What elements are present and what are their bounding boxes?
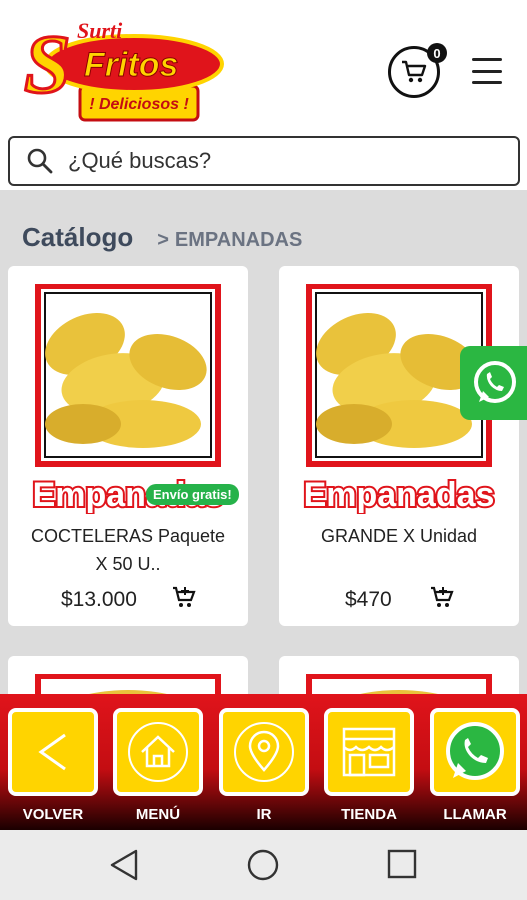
menu-button[interactable]: MENÚ xyxy=(113,708,203,823)
nav-back-icon[interactable] xyxy=(108,848,140,882)
whatsapp-float-button[interactable] xyxy=(460,346,527,420)
volver-button[interactable]: VOLVER xyxy=(8,708,98,823)
svg-text:Fritos: Fritos xyxy=(84,46,178,84)
product-price: $470 xyxy=(345,588,392,611)
add-to-cart-icon[interactable] xyxy=(429,585,455,611)
product-image[interactable]: Empanadas xyxy=(23,284,233,514)
breadcrumb-separator: > xyxy=(157,229,169,251)
whatsapp-icon xyxy=(474,361,516,403)
nav-home-icon[interactable] xyxy=(246,848,280,882)
volver-tile xyxy=(8,708,98,796)
product-name[interactable]: GRANDE X Unidad xyxy=(279,522,519,550)
free-shipping-badge: Envío gratis! xyxy=(146,484,239,505)
product-card[interactable]: Empanadas GRANDE X Unidad $470 xyxy=(279,266,519,626)
search-bar xyxy=(0,130,527,190)
search-input[interactable] xyxy=(68,148,488,174)
svg-text:! Deliciosos !: ! Deliciosos ! xyxy=(89,96,189,113)
llamar-button[interactable]: LLAMAR xyxy=(430,708,520,823)
product-card[interactable]: Empanadas Envío gratis! COCTELERAS Paque… xyxy=(8,266,248,626)
breadcrumb: Catálogo > EMPANADAS xyxy=(22,222,302,253)
ir-label: IR xyxy=(256,806,272,823)
tienda-tile xyxy=(324,708,414,796)
product-name-line2: X 50 U.. xyxy=(95,554,161,574)
llamar-label: LLAMAR xyxy=(443,806,507,823)
bottom-action-bar: VOLVER MENÚ IR TIENDA LLAMAR xyxy=(0,694,527,830)
search-field[interactable] xyxy=(8,136,520,186)
system-navigation-bar xyxy=(0,830,527,900)
breadcrumb-current: EMPANADAS xyxy=(174,229,303,251)
breadcrumb-catalog[interactable]: Catálogo xyxy=(22,222,133,253)
back-arrow-icon xyxy=(38,733,66,771)
home-icon xyxy=(128,722,188,782)
tienda-button[interactable]: TIENDA xyxy=(324,708,414,823)
ir-tile xyxy=(219,708,309,796)
search-icon xyxy=(27,148,53,174)
product-name[interactable]: COCTELERAS Paquete X 50 U.. xyxy=(8,522,248,578)
app-header: S Surti Fritos ! Deliciosos ! 0 xyxy=(0,0,527,130)
svg-text:S: S xyxy=(24,18,71,111)
nav-recents-icon[interactable] xyxy=(386,848,418,882)
product-price: $13.000 xyxy=(61,588,137,611)
location-pin-icon xyxy=(234,722,294,782)
llamar-tile xyxy=(430,708,520,796)
tienda-label: TIENDA xyxy=(341,806,397,823)
add-to-cart-icon[interactable] xyxy=(171,585,197,611)
whatsapp-icon xyxy=(446,722,504,780)
volver-label: VOLVER xyxy=(22,806,84,823)
svg-text:Surti: Surti xyxy=(77,18,123,43)
surtifritos-logo[interactable]: S Surti Fritos ! Deliciosos ! xyxy=(22,14,227,126)
svg-text:Empanadas: Empanadas xyxy=(304,476,495,514)
product-name-line1: GRANDE X Unidad xyxy=(320,526,478,546)
store-icon xyxy=(342,727,396,777)
cart-button[interactable]: 0 xyxy=(388,43,447,98)
menu-label: MENÚ xyxy=(135,806,181,823)
ir-button[interactable]: IR xyxy=(219,708,309,823)
product-name-line1: COCTELERAS Paquete xyxy=(30,526,226,546)
cart-count-badge: 0 xyxy=(427,43,447,63)
menu-tile xyxy=(113,708,203,796)
cart-icon xyxy=(402,60,427,83)
hamburger-menu-icon[interactable] xyxy=(472,58,502,84)
